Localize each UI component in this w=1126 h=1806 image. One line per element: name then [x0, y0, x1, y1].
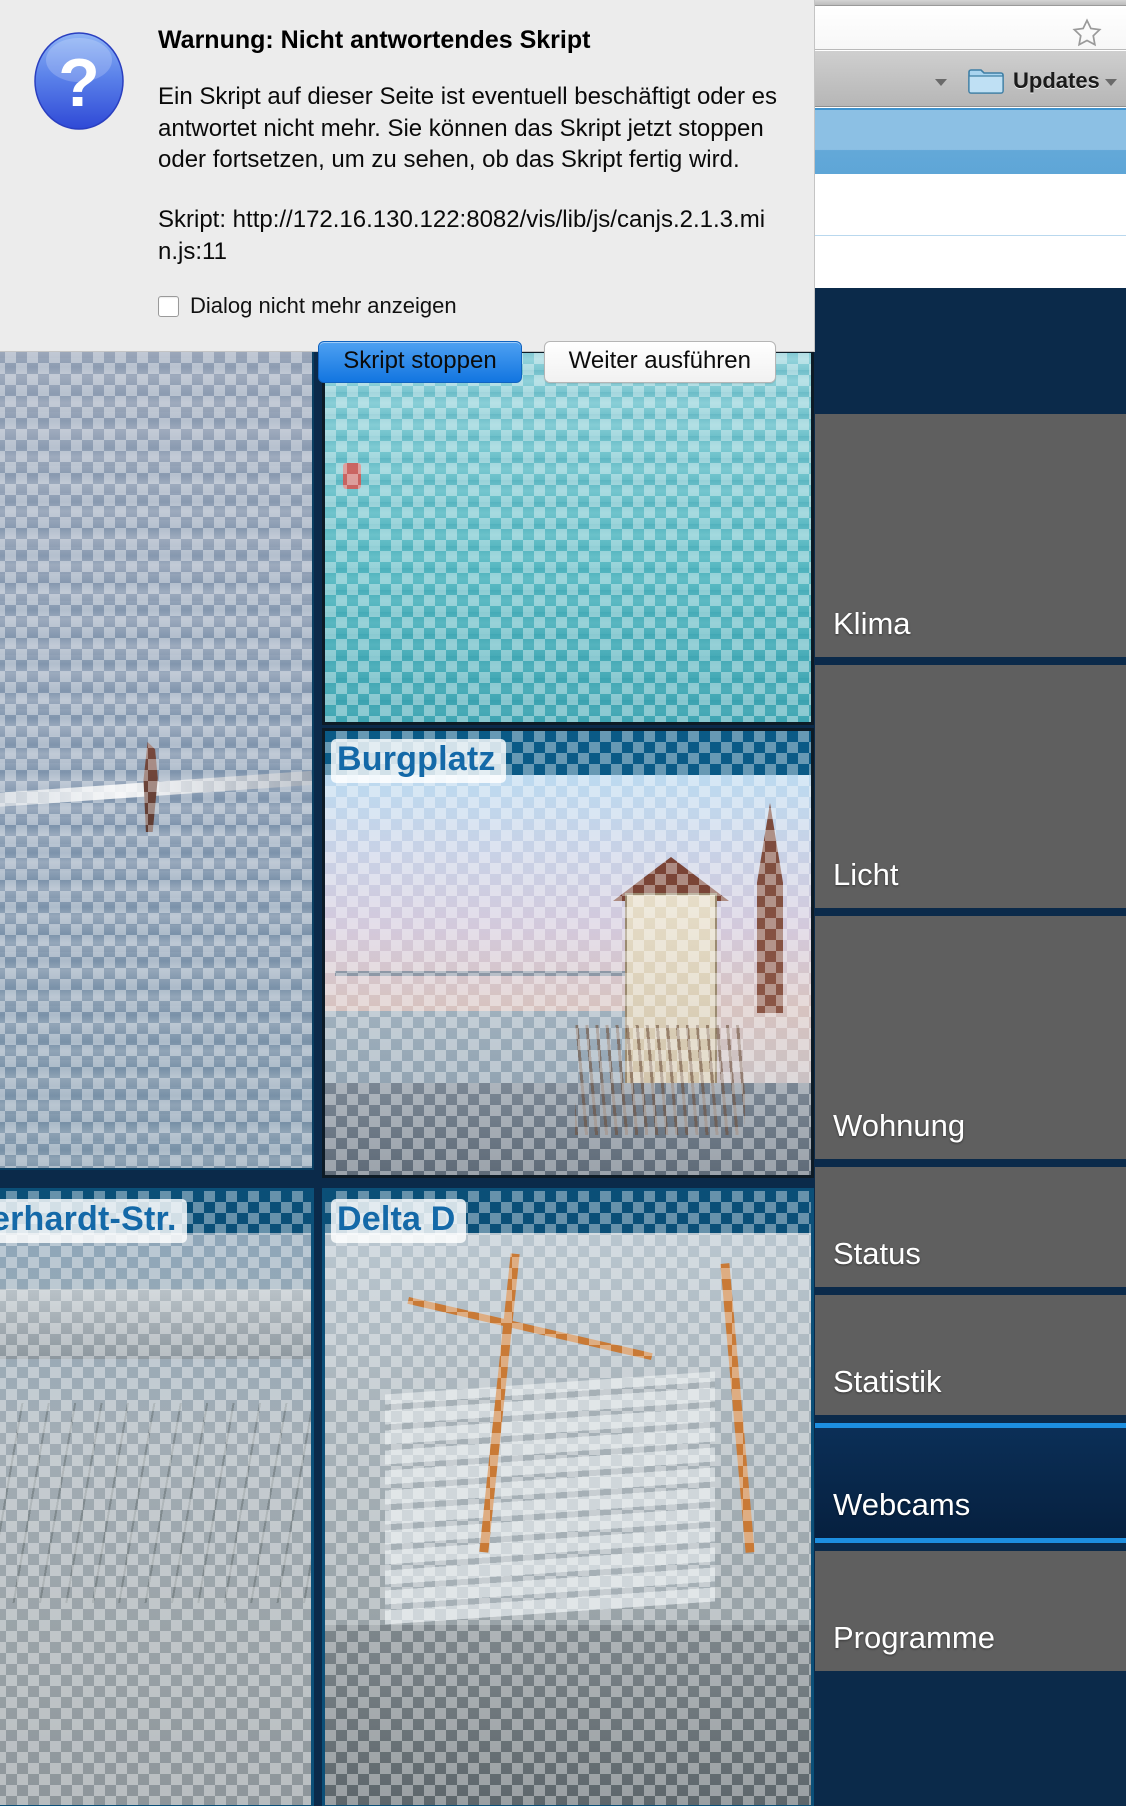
dialog-title: Warnung: Nicht antwortendes Skript: [158, 26, 591, 54]
bookmark-star-icon[interactable]: [1070, 17, 1104, 49]
dont-show-again-checkbox[interactable]: [158, 295, 179, 317]
sidebar-item-label: Programme: [833, 1620, 995, 1655]
question-mark-icon: ?: [34, 32, 124, 130]
dialog-button-row: Skript stoppen Weiter ausführen: [158, 341, 798, 384]
webcam-image-rathaus: [325, 353, 811, 722]
dialog-suppress-row[interactable]: Dialog nicht mehr anzeigen: [158, 293, 798, 319]
webcam-title-delta-d: Delta D: [331, 1199, 466, 1243]
sidebar-item-label: Webcams: [833, 1487, 971, 1522]
continue-script-button[interactable]: Weiter ausführen: [543, 341, 776, 384]
sidebar-item-klima[interactable]: Klima: [815, 414, 1126, 657]
webcam-image-erhardt-str: [0, 1233, 311, 1805]
app-root: Updates Burgplatz erhardt-Str. Delta D K…: [0, 0, 1126, 1806]
svg-text:?: ?: [58, 45, 100, 121]
bookmark-folder-updates[interactable]: Updates: [968, 67, 1100, 94]
dialog-message: Ein Skript auf dieser Seite ist eventuel…: [158, 83, 778, 174]
sidebar-item-label: Wohnung: [833, 1108, 966, 1143]
webcam-tile-burgplatz[interactable]: Burgplatz: [322, 728, 814, 1178]
sidebar-item-licht[interactable]: Licht: [815, 665, 1126, 908]
sidebar-navigation: Klima Licht Wohnung Status Statistik Web…: [815, 352, 1126, 1806]
chevron-down-icon-left[interactable]: [935, 79, 947, 86]
webcam-image-altstadt: [0, 352, 312, 1168]
bookmark-folder-label: Updates: [1013, 67, 1100, 93]
dialog-backdrop: ? Warnung: Nicht antwortendes Skript Ein…: [0, 0, 815, 384]
dialog-script-url: Skript: http://172.16.130.122:8082/vis/l…: [158, 206, 766, 265]
unresponsive-script-dialog: ? Warnung: Nicht antwortendes Skript Ein…: [0, 0, 815, 384]
sidebar-item-label: Statistik: [833, 1364, 942, 1399]
sidebar-item-statistik[interactable]: Statistik: [815, 1295, 1126, 1415]
sidebar-item-programme[interactable]: Programme: [815, 1551, 1126, 1671]
webcam-tile-altstadt[interactable]: [0, 350, 314, 1170]
dialog-icon-column: ?: [0, 14, 158, 351]
webcam-tile-delta-d[interactable]: Delta D: [322, 1188, 814, 1806]
webcam-title-burgplatz: Burgplatz: [331, 739, 506, 783]
webcam-image-burgplatz: [325, 775, 811, 1175]
webcam-image-delta-d: [325, 1233, 811, 1805]
sidebar-item-wohnung[interactable]: Wohnung: [815, 916, 1126, 1159]
dont-show-again-label: Dialog nicht mehr anzeigen: [190, 293, 457, 319]
chevron-down-icon-right[interactable]: [1105, 79, 1117, 86]
folder-icon: [968, 69, 1004, 94]
stop-script-button[interactable]: Skript stoppen: [318, 341, 522, 384]
sidebar-item-status[interactable]: Status: [815, 1167, 1126, 1287]
sidebar-item-label: Status: [833, 1236, 921, 1271]
webcam-tile-erhardt-str[interactable]: erhardt-Str.: [0, 1188, 314, 1806]
sidebar-item-label: Licht: [833, 857, 899, 892]
sidebar-item-label: Klima: [833, 606, 911, 641]
sidebar-item-webcams[interactable]: Webcams: [815, 1423, 1126, 1543]
dialog-body: Warnung: Nicht antwortendes Skript Ein S…: [158, 14, 798, 384]
webcam-tile-rathaus[interactable]: [322, 350, 814, 725]
webcam-grid: Burgplatz erhardt-Str. Delta D: [0, 350, 815, 1806]
webcam-title-erhardt-str: erhardt-Str.: [0, 1199, 187, 1243]
